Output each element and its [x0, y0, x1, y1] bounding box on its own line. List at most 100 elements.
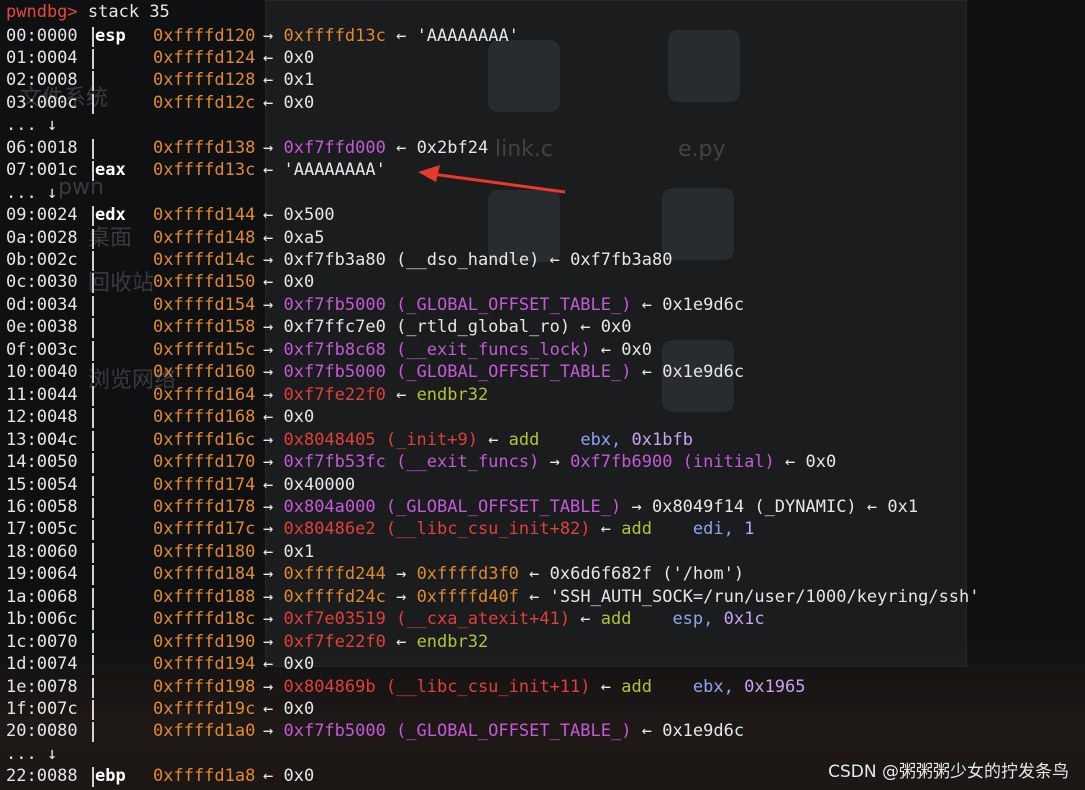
chain-segment: 'SSH_AUTH_SOCK=/run/user/1000/keyring/ss…: [549, 586, 980, 607]
stack-offset: 02:0008: [6, 70, 78, 91]
column-separator: [92, 26, 94, 47]
stack-offset: 0a:0028: [6, 227, 78, 248]
chain-segment: 0xf7fb8c68 (__exit_funcs_lock): [283, 339, 591, 360]
chain-segment: ←: [518, 564, 550, 585]
stack-row: 20:0080 0xffffd1a0 → 0xf7fb5000 (_GLOBAL_O…: [6, 720, 1076, 743]
stack-row: 11:0044 0xffffd164 → 0xf7fe22f0 ← endbr32: [6, 384, 1076, 406]
chain-segment: 0xf7fb53fc (__exit_funcs): [283, 452, 540, 473]
chain-segment: ebx,: [539, 429, 632, 450]
column-separator: [92, 430, 94, 451]
chain-segment: →: [385, 564, 417, 585]
annotation-arrow-icon: [418, 165, 566, 194]
column-separator: [92, 542, 94, 563]
chain-segment: add: [508, 429, 540, 450]
chain-segment: ebx,: [651, 676, 745, 697]
column-separator: [92, 251, 94, 271]
chain-segment: →: [263, 429, 284, 450]
chain-segment: →: [263, 609, 284, 630]
stack-address: 0xffffd180: [153, 541, 256, 562]
chain-segment: →: [263, 250, 284, 270]
stack-address: 0xffffd1a0: [153, 721, 256, 742]
column-separator: [92, 340, 94, 361]
pointer-chain: ← 0x0: [263, 406, 314, 428]
chain-segment: 0x0: [283, 92, 315, 113]
chain-segment: 0x1: [887, 496, 919, 517]
chain-segment: →: [263, 676, 284, 697]
chain-segment: 0x1bfb: [631, 429, 693, 450]
chain-segment: 0xf7ffd000: [283, 137, 386, 158]
chain-segment: 0xf7fe22f0: [283, 384, 386, 405]
stack-row: 02:0008 0xffffd128 ← 0x1: [6, 69, 1076, 92]
chain-segment: 0x1: [283, 541, 315, 562]
chain-segment: 0x1e9d6c: [662, 362, 745, 383]
chain-segment: 0x1e9d6c: [662, 294, 745, 315]
chain-segment: 0x0: [283, 47, 315, 68]
register-label: eax: [95, 160, 126, 181]
chain-segment: 0x804869b (__libc_csu_init+11): [283, 676, 591, 697]
column-separator: [92, 93, 94, 114]
skipped-rows-marker: ... ↓: [6, 743, 58, 764]
stack-offset: 19:0064: [6, 564, 78, 585]
chain-segment: ←: [590, 339, 622, 360]
chain-segment: 1: [744, 519, 755, 540]
command-text: stack 35: [87, 2, 170, 22]
chain-segment: ←: [385, 384, 417, 405]
stack-offset: 10:0040: [6, 362, 78, 383]
column-separator: [92, 48, 94, 69]
chain-segment: →: [263, 317, 284, 338]
chain-segment: →: [263, 631, 284, 652]
skipped-rows-marker: ... ↓: [6, 115, 58, 136]
stack-address: 0xffffd178: [153, 496, 256, 517]
column-separator: [92, 610, 94, 631]
pointer-chain: → 0xf7fb5000 (_GLOBAL_OFFSET_TABLE_) ← 0…: [263, 720, 744, 742]
pointer-chain: → 0x804a000 (_GLOBAL_OFFSET_TABLE_) → 0x…: [263, 496, 918, 518]
chain-segment: ←: [263, 541, 284, 562]
chain-segment: ←: [263, 699, 284, 719]
stack-offset: 01:0004: [6, 47, 78, 68]
pointer-chain: ← 0x1: [263, 541, 314, 563]
pointer-chain: → 0xf7fb5000 (_GLOBAL_OFFSET_TABLE_) ← 0…: [263, 294, 744, 316]
column-separator: [92, 722, 94, 743]
pointer-chain: → 0xffffd13c ← 'AAAAAAAA': [263, 25, 519, 47]
chain-segment: 0xf7fb5000 (_GLOBAL_OFFSET_TABLE_): [283, 362, 632, 383]
stack-offset: 03:000c: [6, 92, 78, 113]
pointer-chain: ← 0x0: [263, 271, 314, 293]
chain-segment: 0x0: [283, 654, 315, 675]
stack-row: 18:0060 0xffffd180 ← 0x1: [6, 541, 1076, 563]
terminal-output[interactable]: pwndbg> stack 35 00:0000 esp 0xffffd120 → 0…: [0, 0, 1085, 790]
column-separator: [92, 565, 94, 586]
column-separator: [92, 408, 94, 429]
pointer-chain: ← 0x40000: [263, 474, 355, 496]
chain-segment: →: [263, 721, 284, 742]
stack-address: 0xffffd138: [153, 137, 256, 158]
chain-segment: ←: [263, 205, 284, 226]
register-label: ebp: [95, 766, 126, 787]
stack-row: 0c:0030 0xffffd150 ← 0x0: [6, 271, 1076, 294]
chain-segment: 0x0: [283, 272, 315, 293]
chain-segment: 0xf7fb5000 (_GLOBAL_OFFSET_TABLE_): [283, 721, 632, 742]
stack-address: 0xffffd168: [153, 407, 256, 428]
pointer-chain: → 0x804869b (__libc_csu_init+11) ← add e…: [263, 676, 806, 698]
chain-segment: →: [263, 294, 284, 315]
chain-segment: 0x1c: [723, 609, 765, 630]
chain-segment: ←: [385, 137, 417, 158]
column-separator: [92, 138, 94, 159]
pointer-chain: → 0xffffd244 → 0xffffd3f0 ← 0x6d6f682f (…: [263, 563, 744, 585]
column-separator: [92, 453, 94, 474]
chain-segment: add: [621, 519, 652, 540]
chain-segment: ←: [477, 429, 509, 450]
chain-segment: →: [263, 564, 284, 585]
pointer-chain: → 0xf7fb8c68 (__exit_funcs_lock) ← 0x0: [263, 339, 652, 361]
stack-address: 0xffffd19c: [153, 699, 256, 719]
chain-segment: ←: [263, 766, 284, 787]
chain-segment: ←: [263, 272, 284, 293]
stack-offset: 18:0060: [6, 541, 78, 562]
pointer-chain: → 0xf7fe22f0 ← endbr32: [263, 384, 488, 406]
column-separator: [92, 520, 94, 541]
pointer-chain: ← 0x0: [263, 765, 314, 787]
column-separator: [92, 655, 94, 676]
column-separator: [92, 767, 94, 788]
column-separator: [92, 71, 94, 92]
stack-address: 0xffffd144: [153, 205, 256, 226]
chain-segment: 0xf7fb3a80 (__dso_handle): [283, 250, 540, 270]
